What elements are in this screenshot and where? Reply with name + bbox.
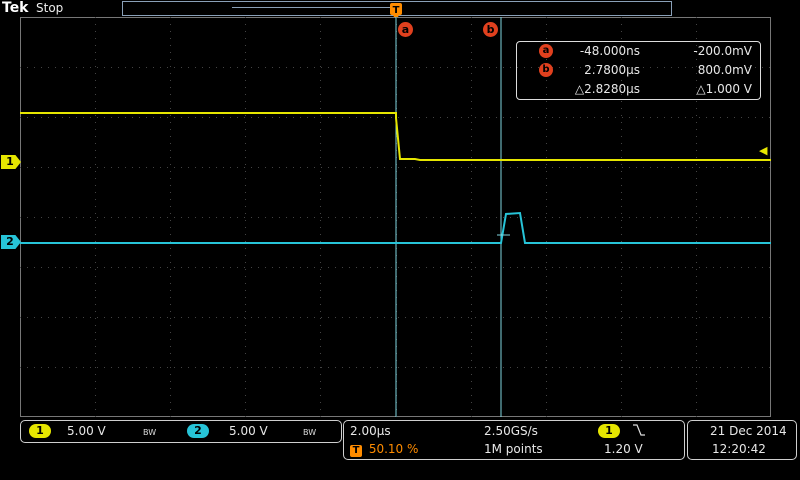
cursor-readout-box: a -48.000ns -200.0mV b 2.7800µs 800.0mV …	[516, 41, 761, 100]
readout-b-time: 2.7800µs	[584, 63, 640, 77]
readout-row-delta: △2.8280µs △1.000 V	[517, 80, 760, 98]
datetime-panel: 21 Dec 2014 12:20:42	[687, 420, 797, 460]
readout-delta-time: △2.8280µs	[574, 82, 640, 96]
readout-delta-voltage: △1.000 V	[696, 82, 752, 96]
trigger-level-arrow-icon[interactable]: ◀	[759, 144, 767, 157]
readout-row-a: a -48.000ns -200.0mV	[517, 42, 760, 60]
readout-a-voltage: -200.0mV	[693, 44, 752, 58]
channel-2-scale[interactable]: 5.00 V	[229, 424, 268, 438]
readout-a-badge: a	[539, 44, 553, 58]
trigger-position-value: 50.10 %	[368, 442, 419, 456]
readout-b-badge: b	[539, 63, 553, 77]
channel-1-bw-limit: BW	[143, 428, 157, 437]
svg-text:T: T	[393, 5, 400, 16]
channel-2-badge[interactable]: 2	[187, 424, 209, 438]
brand-text: Tek	[2, 0, 29, 16]
channel-1-scale[interactable]: 5.00 V	[67, 424, 106, 438]
trigger-position-readout[interactable]: T 50.10 %	[350, 442, 418, 457]
channel-1-marker[interactable]: 1	[1, 155, 21, 169]
timebase-panel[interactable]: 2.00µs 2.50GS/s 1 T 50.10 % 1M points 1.…	[343, 420, 685, 460]
time-text: 12:20:42	[712, 442, 766, 456]
trigger-source-badge[interactable]: 1	[598, 424, 620, 438]
readout-a-time: -48.000ns	[579, 44, 640, 58]
cursor-b-label[interactable]: b	[483, 22, 498, 37]
tek-logo: Tek	[2, 0, 29, 16]
channel-1-badge[interactable]: 1	[29, 424, 51, 438]
sample-rate: 2.50GS/s	[484, 424, 538, 438]
date-text: 21 Dec 2014	[710, 424, 787, 438]
channel-settings-panel[interactable]: 1 5.00 V BW 2 5.00 V BW	[20, 420, 342, 443]
readout-row-b: b 2.7800µs 800.0mV	[517, 61, 760, 79]
trigger-t-icon: T	[350, 445, 362, 457]
falling-edge-icon[interactable]	[632, 423, 646, 440]
horizontal-scale[interactable]: 2.00µs	[350, 424, 391, 438]
record-view-window	[232, 7, 397, 8]
trigger-level[interactable]: 1.20 V	[604, 442, 643, 456]
channel-2-marker[interactable]: 2	[1, 235, 21, 249]
readout-b-voltage: 800.0mV	[697, 63, 752, 77]
channel-2-bw-limit: BW	[303, 428, 317, 437]
acquisition-status: Stop	[36, 1, 64, 15]
record-length: 1M points	[484, 442, 543, 456]
cursor-a-label[interactable]: a	[398, 22, 413, 37]
